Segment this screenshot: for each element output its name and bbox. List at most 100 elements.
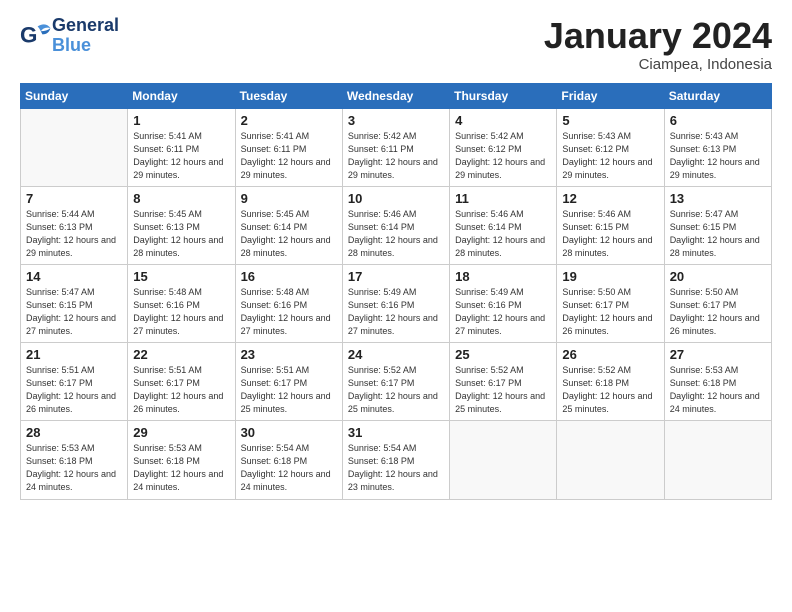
table-row: 30 Sunrise: 5:54 AM Sunset: 6:18 PM Dayli… [235,421,342,499]
day-number: 18 [455,269,551,284]
table-row: 9 Sunrise: 5:45 AM Sunset: 6:14 PM Daylig… [235,186,342,264]
table-row: 31 Sunrise: 5:54 AM Sunset: 6:18 PM Dayli… [342,421,449,499]
logo-icon: G [20,20,52,52]
page: G General Blue January 2024 Ciampea, Ind… [0,0,792,612]
table-row [557,421,664,499]
table-row: 7 Sunrise: 5:44 AM Sunset: 6:13 PM Daylig… [21,186,128,264]
cell-info: Sunrise: 5:47 AM Sunset: 6:15 PM Dayligh… [670,208,766,260]
cell-info: Sunrise: 5:48 AM Sunset: 6:16 PM Dayligh… [241,286,337,338]
cell-info: Sunrise: 5:42 AM Sunset: 6:11 PM Dayligh… [348,130,444,182]
table-row: 8Sunrise: 5:45 AM Sunset: 6:13 PM Daylig… [128,186,235,264]
day-number: 28 [26,425,122,440]
cell-info: Sunrise: 5:46 AM Sunset: 6:14 PM Dayligh… [348,208,444,260]
day-number: 3 [348,113,444,128]
table-row: 3 Sunrise: 5:42 AM Sunset: 6:11 PM Daylig… [342,108,449,186]
logo: G General Blue [20,16,119,56]
day-number: 25 [455,347,551,362]
cell-info: Sunrise: 5:44 AM Sunset: 6:13 PM Dayligh… [26,208,122,260]
table-row [664,421,771,499]
calendar-week-row: 14 Sunrise: 5:47 AM Sunset: 6:15 PM Dayli… [21,264,772,342]
cell-info: Sunrise: 5:43 AM Sunset: 6:12 PM Dayligh… [562,130,658,182]
table-row: 16 Sunrise: 5:48 AM Sunset: 6:16 PM Dayli… [235,264,342,342]
cell-info: Sunrise: 5:54 AM Sunset: 6:18 PM Dayligh… [241,442,337,494]
table-row: 27Sunrise: 5:53 AM Sunset: 6:18 PM Dayli… [664,343,771,421]
th-friday: Friday [557,83,664,108]
logo-line2: Blue [52,36,119,56]
table-row: 13Sunrise: 5:47 AM Sunset: 6:15 PM Dayli… [664,186,771,264]
table-row: 2 Sunrise: 5:41 AM Sunset: 6:11 PM Daylig… [235,108,342,186]
day-number: 7 [26,191,122,206]
cell-info: Sunrise: 5:47 AM Sunset: 6:15 PM Dayligh… [26,286,122,338]
month-title: January 2024 [544,16,772,56]
cell-info: Sunrise: 5:54 AM Sunset: 6:18 PM Dayligh… [348,442,444,494]
table-row: 18 Sunrise: 5:49 AM Sunset: 6:16 PM Dayli… [450,264,557,342]
day-number: 4 [455,113,551,128]
table-row: 24 Sunrise: 5:52 AM Sunset: 6:17 PM Dayli… [342,343,449,421]
cell-info: Sunrise: 5:43 AM Sunset: 6:13 PM Dayligh… [670,130,766,182]
svg-text:G: G [20,22,37,47]
th-sunday: Sunday [21,83,128,108]
day-number: 19 [562,269,658,284]
day-number: 1 [133,113,229,128]
day-number: 27 [670,347,766,362]
cell-info: Sunrise: 5:46 AM Sunset: 6:14 PM Dayligh… [455,208,551,260]
table-row [450,421,557,499]
day-number: 20 [670,269,766,284]
calendar-week-row: 7 Sunrise: 5:44 AM Sunset: 6:13 PM Daylig… [21,186,772,264]
cell-info: Sunrise: 5:51 AM Sunset: 6:17 PM Dayligh… [133,364,229,416]
day-number: 14 [26,269,122,284]
cell-info: Sunrise: 5:52 AM Sunset: 6:17 PM Dayligh… [348,364,444,416]
cell-info: Sunrise: 5:53 AM Sunset: 6:18 PM Dayligh… [133,442,229,494]
cell-info: Sunrise: 5:41 AM Sunset: 6:11 PM Dayligh… [241,130,337,182]
table-row: 29 Sunrise: 5:53 AM Sunset: 6:18 PM Dayli… [128,421,235,499]
day-number: 6 [670,113,766,128]
cell-info: Sunrise: 5:41 AM Sunset: 6:11 PM Dayligh… [133,130,229,182]
table-row: 10 Sunrise: 5:46 AM Sunset: 6:14 PM Dayli… [342,186,449,264]
cell-info: Sunrise: 5:51 AM Sunset: 6:17 PM Dayligh… [26,364,122,416]
table-row: 4 Sunrise: 5:42 AM Sunset: 6:12 PM Daylig… [450,108,557,186]
cell-info: Sunrise: 5:45 AM Sunset: 6:14 PM Dayligh… [241,208,337,260]
day-number: 8 [133,191,229,206]
day-number: 30 [241,425,337,440]
logo-line1: General [52,16,119,36]
weekday-header-row: Sunday Monday Tuesday Wednesday Thursday… [21,83,772,108]
cell-info: Sunrise: 5:49 AM Sunset: 6:16 PM Dayligh… [455,286,551,338]
day-number: 23 [241,347,337,362]
day-number: 21 [26,347,122,362]
day-number: 17 [348,269,444,284]
th-saturday: Saturday [664,83,771,108]
cell-info: Sunrise: 5:49 AM Sunset: 6:16 PM Dayligh… [348,286,444,338]
day-number: 11 [455,191,551,206]
table-row: 15Sunrise: 5:48 AM Sunset: 6:16 PM Dayli… [128,264,235,342]
table-row: 25Sunrise: 5:52 AM Sunset: 6:17 PM Dayli… [450,343,557,421]
title-block: January 2024 Ciampea, Indonesia [544,16,772,73]
cell-info: Sunrise: 5:50 AM Sunset: 6:17 PM Dayligh… [670,286,766,338]
calendar-week-row: 28 Sunrise: 5:53 AM Sunset: 6:18 PM Dayli… [21,421,772,499]
table-row: 6 Sunrise: 5:43 AM Sunset: 6:13 PM Daylig… [664,108,771,186]
header: G General Blue January 2024 Ciampea, Ind… [20,16,772,73]
table-row: 23 Sunrise: 5:51 AM Sunset: 6:17 PM Dayli… [235,343,342,421]
day-number: 16 [241,269,337,284]
day-number: 5 [562,113,658,128]
day-number: 2 [241,113,337,128]
day-number: 9 [241,191,337,206]
table-row: 11 Sunrise: 5:46 AM Sunset: 6:14 PM Dayli… [450,186,557,264]
day-number: 26 [562,347,658,362]
calendar-table: Sunday Monday Tuesday Wednesday Thursday… [20,83,772,500]
table-row [21,108,128,186]
table-row: 1 Sunrise: 5:41 AM Sunset: 6:11 PM Daylig… [128,108,235,186]
th-monday: Monday [128,83,235,108]
table-row: 20 Sunrise: 5:50 AM Sunset: 6:17 PM Dayli… [664,264,771,342]
table-row: 19Sunrise: 5:50 AM Sunset: 6:17 PM Dayli… [557,264,664,342]
table-row: 12Sunrise: 5:46 AM Sunset: 6:15 PM Dayli… [557,186,664,264]
th-wednesday: Wednesday [342,83,449,108]
cell-info: Sunrise: 5:42 AM Sunset: 6:12 PM Dayligh… [455,130,551,182]
day-number: 31 [348,425,444,440]
table-row: 21 Sunrise: 5:51 AM Sunset: 6:17 PM Dayli… [21,343,128,421]
day-number: 22 [133,347,229,362]
day-number: 29 [133,425,229,440]
cell-info: Sunrise: 5:51 AM Sunset: 6:17 PM Dayligh… [241,364,337,416]
day-number: 24 [348,347,444,362]
day-number: 10 [348,191,444,206]
table-row: 17 Sunrise: 5:49 AM Sunset: 6:16 PM Dayli… [342,264,449,342]
